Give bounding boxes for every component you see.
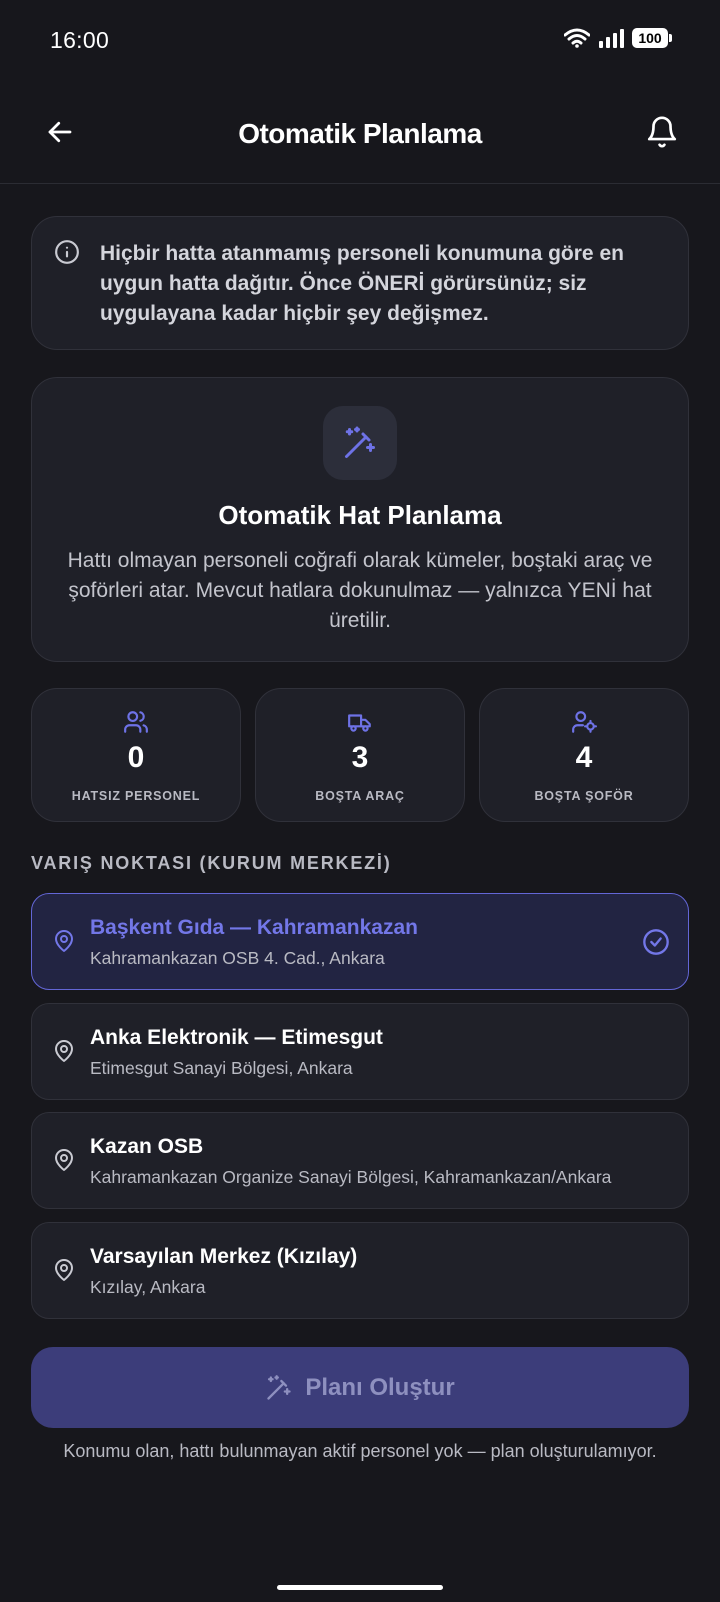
hero-description: Hattı olmayan personeli coğrafi olarak k… bbox=[67, 549, 653, 632]
bell-icon bbox=[647, 116, 677, 148]
stat-value: 3 bbox=[351, 741, 369, 774]
app-header: Otomatik Planlama bbox=[0, 94, 720, 184]
stat-value: 4 bbox=[575, 741, 593, 774]
notifications-button[interactable] bbox=[640, 110, 684, 154]
home-indicator[interactable] bbox=[277, 1585, 443, 1590]
create-plan-button-label: Planı Oluştur bbox=[305, 1373, 455, 1401]
map-pin-icon bbox=[55, 930, 73, 952]
info-text: Hiçbir hatta atanmamış personeli konumun… bbox=[100, 242, 624, 325]
map-pin-icon bbox=[55, 1149, 73, 1171]
destination-section-label: VARIŞ NOKTASI (KURUM MERKEZİ) bbox=[31, 853, 392, 873]
stat-idle-drivers: 4 BOŞTA ŞOFÖR bbox=[479, 688, 689, 822]
destination-option[interactable]: Kazan OSB Kahramankazan Organize Sanayi … bbox=[31, 1112, 689, 1209]
plan-hint-text: Konumu olan, hattı bulunmayan aktif pers… bbox=[63, 1441, 657, 1461]
destination-option[interactable]: Varsayılan Merkez (Kızılay) Kızılay, Ank… bbox=[31, 1222, 689, 1319]
destination-name: Başkent Gıda — Kahramankazan bbox=[90, 916, 418, 939]
stat-unassigned-personnel: 0 HATSIZ PERSONEL bbox=[31, 688, 241, 822]
page-title: Otomatik Planlama bbox=[238, 118, 482, 149]
destination-name: Anka Elektronik — Etimesgut bbox=[90, 1026, 383, 1049]
stat-label: HATSIZ PERSONEL bbox=[71, 789, 201, 803]
stat-idle-vehicles: 3 BOŞTA ARAÇ bbox=[255, 688, 465, 822]
hero-icon-box bbox=[323, 406, 397, 480]
truck-icon bbox=[348, 714, 371, 732]
info-card: Hiçbir hatta atanmamış personeli konumun… bbox=[31, 216, 689, 350]
status-time: 16:00 bbox=[50, 27, 110, 53]
map-pin-icon bbox=[55, 1040, 73, 1062]
status-icons: 100 bbox=[564, 28, 672, 48]
magic-wand-icon bbox=[345, 426, 375, 458]
stat-label: BOŞTA ŞOFÖR bbox=[534, 789, 634, 803]
destination-option[interactable]: Başkent Gıda — Kahramankazan Kahramankaz… bbox=[31, 893, 689, 990]
destination-option[interactable]: Anka Elektronik — Etimesgut Etimesgut Sa… bbox=[31, 1003, 689, 1100]
map-pin-icon bbox=[55, 1259, 73, 1281]
magic-wand-icon bbox=[267, 1374, 291, 1400]
create-plan-button[interactable]: Planı Oluştur bbox=[31, 1347, 689, 1428]
destination-name: Kazan OSB bbox=[90, 1135, 204, 1158]
destination-address: Kızılay, Ankara bbox=[90, 1277, 206, 1297]
stat-value: 0 bbox=[127, 741, 145, 774]
signal-icon bbox=[599, 29, 624, 48]
user-gear-icon bbox=[572, 711, 597, 733]
destination-address: Etimesgut Sanayi Bölgesi, Ankara bbox=[90, 1058, 353, 1078]
destination-address: Kahramankazan Organize Sanayi Bölgesi, K… bbox=[90, 1167, 612, 1187]
users-icon bbox=[124, 711, 148, 733]
info-icon bbox=[55, 240, 79, 264]
check-circle-icon bbox=[643, 929, 669, 955]
wifi-icon bbox=[564, 28, 590, 48]
hero-title: Otomatik Hat Planlama bbox=[218, 500, 502, 530]
battery-indicator: 100 bbox=[632, 28, 672, 48]
auto-plan-hero-card: Otomatik Hat Planlama Hattı olmayan pers… bbox=[31, 377, 689, 662]
status-bar: 16:00 100 bbox=[0, 0, 720, 84]
stat-label: BOŞTA ARAÇ bbox=[315, 789, 405, 803]
destination-name: Varsayılan Merkez (Kızılay) bbox=[90, 1245, 358, 1268]
destination-address: Kahramankazan OSB 4. Cad., Ankara bbox=[90, 948, 385, 968]
